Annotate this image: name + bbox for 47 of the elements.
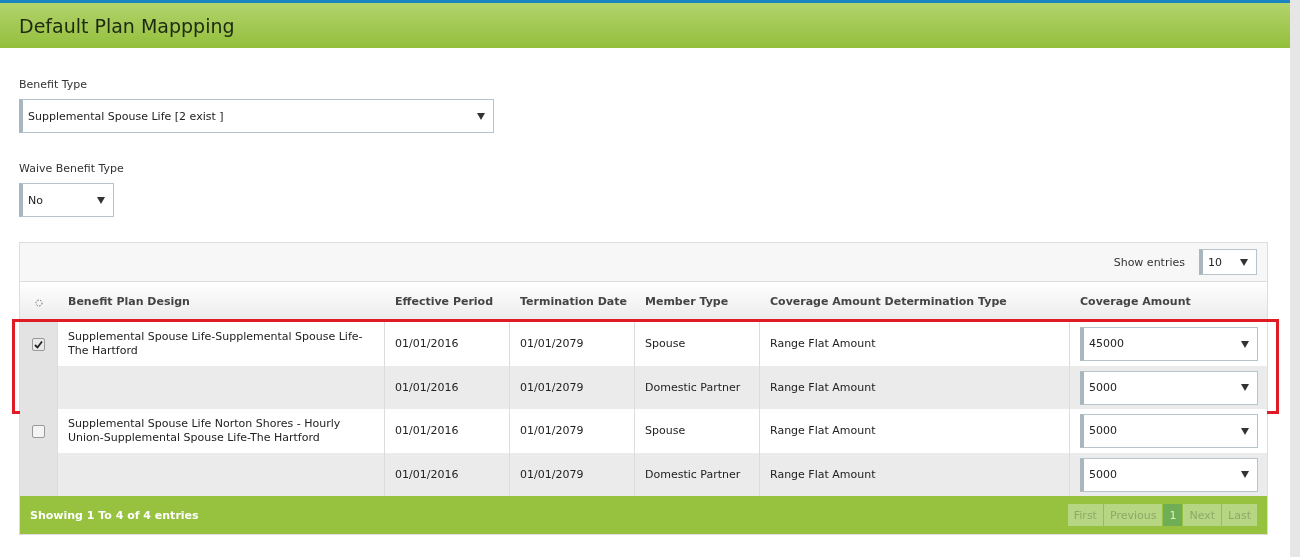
caret-icon	[1240, 258, 1248, 266]
caret-icon	[97, 196, 105, 204]
caret-icon	[1241, 427, 1249, 435]
amount-dropdown[interactable]: 5000	[1080, 414, 1258, 448]
field-label: Waive Benefit Type	[19, 162, 125, 175]
column-header[interactable]: Termination Date	[510, 294, 635, 308]
table-cell: 01/01/2079	[520, 424, 584, 438]
entries-summary: Showing 1 To 4 of 4 entries	[30, 508, 199, 522]
field-label: Benefit Type	[19, 78, 89, 91]
column-header[interactable]: Member Type	[635, 294, 760, 308]
amount-dropdown[interactable]: 45000	[1080, 327, 1258, 361]
amount-dropdown[interactable]: 5000	[1080, 370, 1258, 405]
table-cell-text: Supplemental Spouse Life Norton Shores - Hourly Union-Supplemental Spouse Life-The Hartford	[68, 417, 342, 445]
table-cell: Range Flat Amount	[770, 424, 876, 438]
table-cell: 01/01/2079	[520, 380, 584, 395]
table-cell: 01/01/2016	[395, 337, 459, 351]
table-cell: Spouse	[645, 424, 686, 438]
column-header[interactable]: Coverage Amount	[1070, 294, 1267, 308]
dropdown[interactable]: Supplemental Spouse Life [2 exist ]	[19, 99, 494, 133]
table-cell-text: Supplemental Spouse Life-Supplemental Spouse Life-The Hartford	[68, 330, 364, 358]
dropdown[interactable]: No	[19, 183, 114, 217]
sort-icon	[35, 298, 43, 307]
amount-dropdown[interactable]: 5000	[1080, 457, 1258, 492]
column-header[interactable]: Coverage Amount Determination Type	[760, 294, 1070, 308]
table-cell: Domestic Partner	[645, 467, 741, 482]
table-cell: 01/01/2016	[395, 467, 459, 482]
table-cell: Range Flat Amount	[770, 380, 876, 395]
table-cell: Range Flat Amount	[770, 337, 876, 351]
checkbox[interactable]	[32, 424, 45, 438]
table-cell: 01/01/2079	[520, 467, 584, 482]
caret-icon	[1241, 471, 1249, 478]
table-cell: Range Flat Amount	[770, 467, 876, 482]
table-cell: Domestic Partner	[645, 380, 741, 395]
table-cell: Spouse	[645, 337, 686, 351]
table-cell: 01/01/2079	[520, 337, 584, 351]
checkbox[interactable]	[32, 337, 45, 351]
caret-icon	[477, 112, 485, 120]
checkmark-icon	[34, 339, 43, 349]
column-header[interactable]: Effective Period	[385, 294, 510, 308]
table-cell: 01/01/2016	[395, 424, 459, 438]
caret-icon	[1241, 340, 1249, 348]
entries-dropdown[interactable]: 10	[1199, 249, 1257, 275]
page-title: Default Plan Mappping	[19, 14, 235, 37]
caret-icon	[1241, 384, 1249, 391]
show-entries-label: Show entries	[1113, 255, 1185, 269]
column-header[interactable]: Benefit Plan Design	[58, 294, 385, 308]
table-cell: 01/01/2016	[395, 380, 459, 395]
